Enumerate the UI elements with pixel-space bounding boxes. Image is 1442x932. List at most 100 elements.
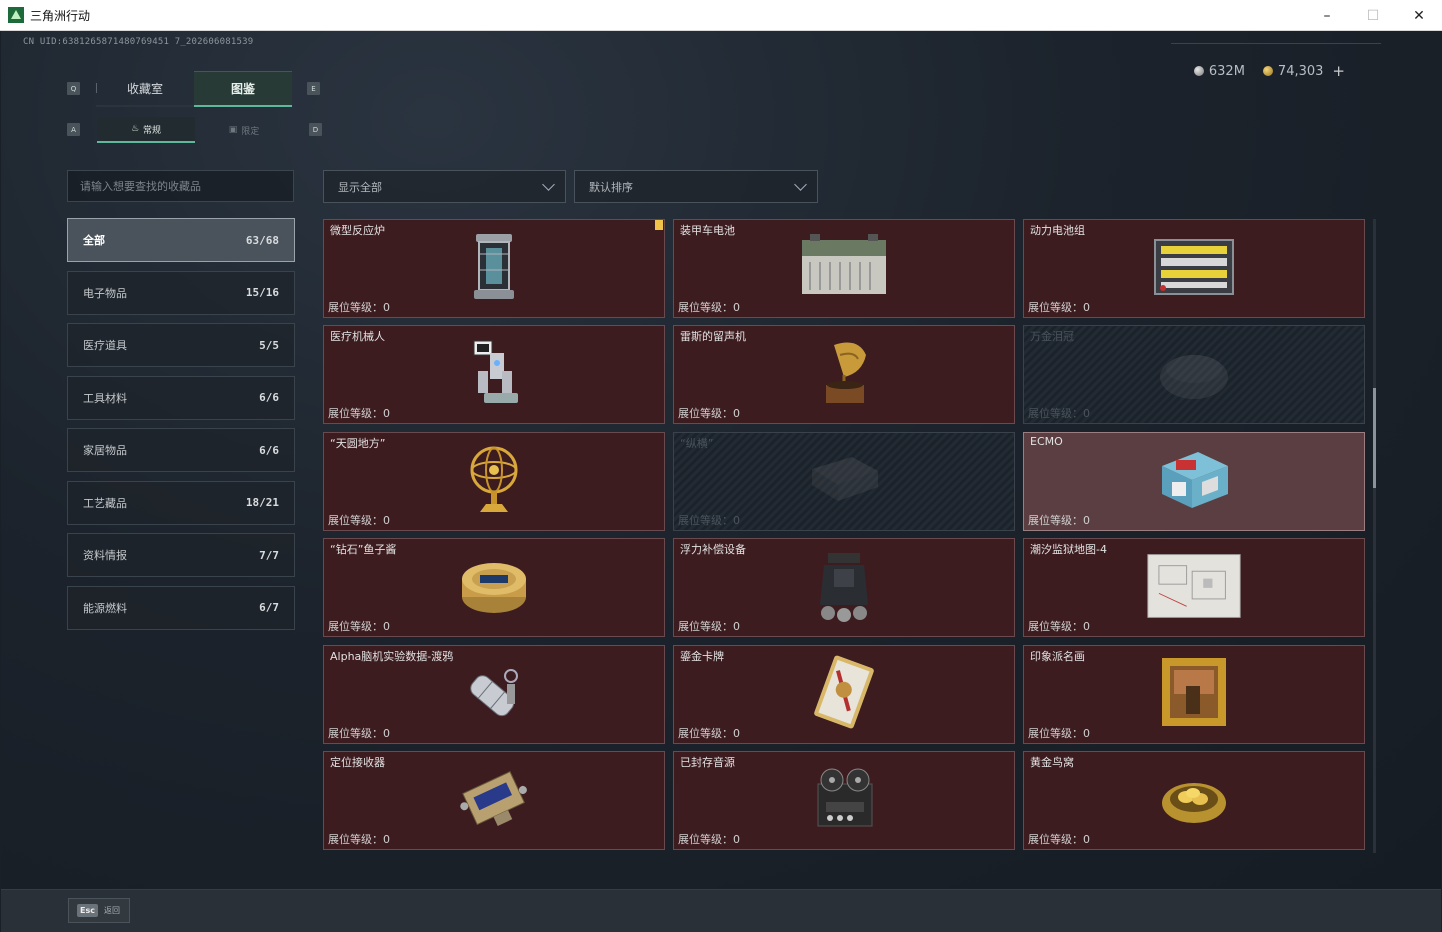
item-name: ECMO bbox=[1030, 434, 1063, 448]
item-level: 展位等级：0 bbox=[678, 513, 740, 527]
item-level: 展位等级：0 bbox=[678, 726, 740, 740]
item-card[interactable]: 黄金鸟窝 展位等级：0 bbox=[1023, 750, 1365, 850]
back-label: 返回 bbox=[103, 906, 120, 915]
item-name: 潮汐监狱地图-4 bbox=[1030, 543, 1107, 557]
item-card[interactable]: 鎏金卡牌 展位等级：0 bbox=[673, 644, 1015, 744]
item-card[interactable]: “纵横” 展位等级：0 bbox=[673, 431, 1015, 531]
subtab-regular-label: 常规 bbox=[143, 125, 162, 136]
item-level: 展位等级：0 bbox=[1028, 301, 1090, 314]
category-label: 医疗道具 bbox=[83, 339, 127, 352]
limited-icon: ▣ bbox=[228, 125, 238, 135]
data-capsule-icon bbox=[446, 653, 542, 731]
back-button[interactable]: Esc 返回 bbox=[68, 898, 130, 923]
key-hint-d: D bbox=[309, 123, 322, 136]
golden-nest-icon bbox=[1146, 760, 1242, 838]
item-card[interactable]: 潮汐监狱地图-4 展位等级：0 bbox=[1023, 538, 1365, 638]
category-medical[interactable]: 医疗道具 5/5 bbox=[67, 323, 295, 367]
item-card[interactable]: 定位接收器 展位等级：0 bbox=[323, 750, 665, 850]
item-card[interactable]: 已封存音源 展位等级：0 bbox=[673, 750, 1015, 850]
item-card[interactable]: 微型反应炉 展位等级：0 bbox=[323, 219, 665, 318]
item-name: 黄金鸟窝 bbox=[1030, 755, 1074, 769]
sort-dropdown[interactable]: 默认排序 bbox=[574, 170, 818, 203]
item-level: 展位等级：0 bbox=[328, 513, 390, 527]
item-card[interactable]: ECMO 展位等级：0 bbox=[1023, 431, 1365, 531]
reactor-icon bbox=[446, 228, 542, 306]
card-icon bbox=[796, 653, 892, 731]
painting-icon bbox=[1146, 653, 1242, 731]
tab-collection-room[interactable]: 收藏室 bbox=[96, 71, 194, 107]
item-card[interactable]: “天圆地方” 展位等级：0 bbox=[323, 431, 665, 531]
category-tools[interactable]: 工具材料 6/6 bbox=[67, 375, 295, 420]
main-tabs: 收藏室 图鉴 bbox=[96, 71, 292, 107]
item-level: 展位等级：0 bbox=[328, 620, 390, 634]
category-label: 资料情报 bbox=[83, 549, 127, 562]
search-input[interactable] bbox=[67, 170, 294, 202]
map-icon bbox=[1146, 547, 1242, 625]
category-crafts[interactable]: 工艺藏品 18/21 bbox=[67, 480, 295, 525]
category-all[interactable]: 全部 63/68 bbox=[67, 218, 295, 262]
item-card[interactable]: Alpha脑机实验数据-渡鸦 展位等级：0 bbox=[323, 644, 665, 744]
gold-coin-icon bbox=[1262, 66, 1273, 76]
close-button[interactable]: ✕ bbox=[1396, 0, 1442, 31]
crown-icon bbox=[1146, 334, 1242, 412]
category-count: 7/7 bbox=[259, 548, 279, 562]
category-count: 6/6 bbox=[259, 443, 279, 457]
category-count: 15/16 bbox=[245, 286, 279, 299]
add-currency-button[interactable]: + bbox=[1332, 62, 1345, 80]
item-name: “纵横” bbox=[680, 436, 714, 450]
item-name: 万金泪冠 bbox=[1030, 330, 1074, 344]
key-hint-e: E bbox=[307, 82, 320, 95]
category-energy[interactable]: 能源燃料 6/7 bbox=[67, 585, 295, 630]
maximize-button[interactable]: ☐ bbox=[1350, 0, 1396, 31]
window-title: 三角洲行动 bbox=[30, 8, 91, 23]
currency-bar: 632M 74,303 + bbox=[1193, 62, 1345, 80]
item-level: 展位等级：0 bbox=[1028, 832, 1090, 846]
item-name: “钻石”鱼子酱 bbox=[330, 543, 397, 557]
category-electronics[interactable]: 电子物品 15/16 bbox=[67, 270, 295, 315]
new-badge bbox=[655, 220, 663, 230]
esc-key-icon: Esc bbox=[77, 904, 98, 917]
item-card[interactable]: 动力电池组 展位等级：0 bbox=[1023, 219, 1365, 318]
grid-scrollbar-track[interactable] bbox=[1373, 219, 1376, 853]
item-name: 微型反应炉 bbox=[330, 224, 385, 237]
tab-catalog[interactable]: 图鉴 bbox=[194, 71, 292, 107]
grid-scrollbar-thumb[interactable] bbox=[1373, 388, 1376, 488]
gramophone-icon bbox=[796, 334, 892, 412]
minimize-button[interactable]: – bbox=[1304, 0, 1350, 31]
item-name: 医疗机械人 bbox=[330, 330, 385, 344]
item-card[interactable]: 雷斯的留声机 展位等级：0 bbox=[673, 325, 1015, 425]
item-card[interactable]: 装甲车电池 展位等级：0 bbox=[673, 219, 1015, 318]
item-level: 展位等级：0 bbox=[678, 301, 740, 314]
item-name: Alpha脑机实验数据-渡鸦 bbox=[330, 649, 454, 663]
tape-recorder-icon bbox=[796, 760, 892, 838]
item-name: 鎏金卡牌 bbox=[680, 649, 724, 663]
category-household[interactable]: 家居物品 6/6 bbox=[67, 428, 295, 472]
uid-label: CN UID:6381265871480769451 7_20260608153… bbox=[23, 37, 254, 47]
item-card[interactable]: “钻石”鱼子酱 展位等级：0 bbox=[323, 538, 665, 638]
sort-value: 默认排序 bbox=[589, 180, 633, 194]
item-level: 展位等级：0 bbox=[328, 301, 390, 314]
item-level: 展位等级：0 bbox=[1028, 620, 1090, 634]
filter-value: 显示全部 bbox=[338, 180, 382, 194]
top-divider bbox=[1171, 43, 1381, 44]
buoyancy-icon bbox=[796, 547, 892, 625]
item-name: 已封存音源 bbox=[680, 755, 735, 769]
subtab-regular[interactable]: ♨ 常规 bbox=[97, 117, 195, 143]
item-level: 展位等级：0 bbox=[328, 407, 390, 421]
subtab-limited[interactable]: ▣ 限定 bbox=[195, 117, 293, 143]
filter-dropdown[interactable]: 显示全部 bbox=[323, 170, 566, 203]
receiver-icon bbox=[446, 760, 542, 838]
battery-icon bbox=[796, 228, 892, 306]
category-label: 电子物品 bbox=[83, 286, 127, 300]
item-card[interactable]: 印象派名画 展位等级：0 bbox=[1023, 644, 1365, 744]
category-label: 全部 bbox=[83, 234, 105, 247]
item-level: 展位等级：0 bbox=[678, 832, 740, 846]
item-card[interactable]: 万金泪冠 展位等级：0 bbox=[1023, 325, 1365, 425]
sub-tabs: ♨ 常规 ▣ 限定 bbox=[97, 117, 293, 143]
item-name: “天圆地方” bbox=[330, 436, 386, 450]
key-hint-q: Q bbox=[67, 82, 80, 95]
item-card[interactable]: 医疗机械人 展位等级：0 bbox=[323, 325, 665, 425]
item-card[interactable]: 浮力补偿设备 展位等级：0 bbox=[673, 538, 1015, 638]
key-hint-a: A bbox=[67, 123, 80, 136]
category-intel[interactable]: 资料情报 7/7 bbox=[67, 533, 295, 577]
